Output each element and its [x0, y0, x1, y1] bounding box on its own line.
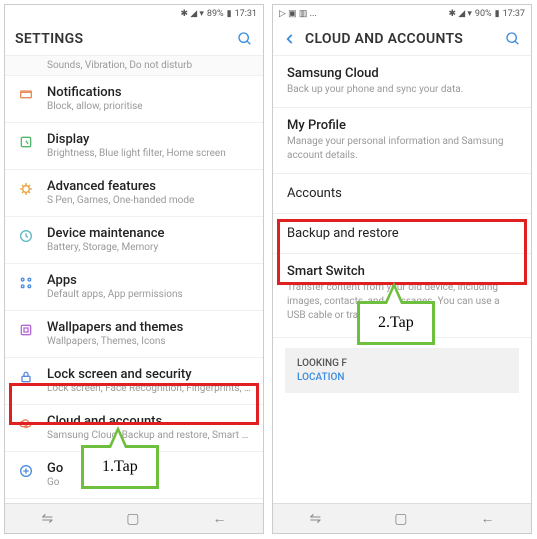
status-left-icons: ▷ ▣ ▥ ... [279, 9, 317, 19]
row-samsung-cloud[interactable]: Samsung Cloud Back up your phone and syn… [273, 56, 531, 108]
advanced-icon [15, 181, 37, 197]
status-icons: ✱ ◢ ▾ [180, 9, 203, 19]
settings-screen: ✱ ◢ ▾ 89% ▮ 17:31 SETTINGS Sounds, Vibra… [4, 4, 264, 534]
lock-icon [15, 369, 37, 385]
row-sub: Block, allow, prioritise [47, 100, 253, 113]
settings-header: SETTINGS [5, 23, 263, 56]
home-button[interactable]: ▢ [126, 511, 139, 527]
display-icon [15, 134, 37, 150]
battery-pct: 90% [475, 9, 492, 19]
cloud-accounts-screen: ▷ ▣ ▥ ... ✱ ◢ ▾ 90% ▮ 17:37 CLOUD AND AC… [272, 4, 532, 534]
back-button[interactable]: ← [480, 510, 494, 527]
looking-for-box[interactable]: LOOKING F LOCATION [285, 348, 519, 393]
recents-button[interactable]: ⇋ [310, 511, 322, 527]
page-title: CLOUD AND ACCOUNTS [305, 31, 505, 47]
nav-bar: ⇋ ▢ ← [273, 503, 531, 533]
battery-icon: ▮ [227, 9, 232, 19]
callout-2: 2.Tap [357, 301, 435, 345]
callout-1: 1.Tap [81, 445, 159, 489]
looking-for-link[interactable]: LOCATION [297, 372, 507, 383]
row-label: Lock screen and security [47, 367, 253, 382]
row-notifications[interactable]: Notifications Block, allow, prioritise [5, 76, 263, 123]
row-label: Smart Switch [287, 264, 517, 279]
back-button[interactable]: ← [212, 510, 226, 527]
row-sub: Manage your personal information and Sam… [287, 135, 517, 163]
row-label: Advanced features [47, 179, 253, 194]
home-button[interactable]: ▢ [394, 511, 407, 527]
status-icons: ✱ ◢ ▾ [448, 9, 471, 19]
row-sub: Battery, Storage, Memory [47, 241, 253, 254]
settings-list: Notifications Block, allow, prioritise D… [5, 76, 263, 503]
status-bar: ▷ ▣ ▥ ... ✱ ◢ ▾ 90% ▮ 17:37 [273, 5, 531, 23]
cloud-list: Samsung Cloud Back up your phone and syn… [273, 56, 531, 503]
page-title: SETTINGS [15, 31, 237, 47]
maintenance-icon [15, 228, 37, 244]
cloud-header: CLOUD AND ACCOUNTS [273, 23, 531, 56]
back-icon[interactable] [283, 32, 297, 46]
row-lock-security[interactable]: Lock screen and security Lock screen, Fa… [5, 358, 263, 405]
row-label: My Profile [287, 118, 517, 133]
row-my-profile[interactable]: My Profile Manage your personal informat… [273, 108, 531, 174]
row-label: Device maintenance [47, 226, 253, 241]
battery-pct: 89% [207, 9, 224, 19]
cloud-icon [15, 416, 37, 432]
row-label: Display [47, 132, 253, 147]
row-sub: Lock screen, Face Recognition, Fingerpri… [47, 382, 253, 395]
row-device-maintenance[interactable]: Device maintenance Battery, Storage, Mem… [5, 217, 263, 264]
row-sub: Wallpapers, Themes, Icons [47, 335, 253, 348]
row-sub: Brightness, Blue light filter, Home scre… [47, 147, 253, 160]
row-apps[interactable]: Apps Default apps, App permissions [5, 264, 263, 311]
wallpapers-icon [15, 322, 37, 338]
apps-icon [15, 275, 37, 291]
nav-bar: ⇋ ▢ ← [5, 503, 263, 533]
notifications-icon [15, 87, 37, 103]
row-label: Wallpapers and themes [47, 320, 253, 335]
row-display[interactable]: Display Brightness, Blue light filter, H… [5, 123, 263, 170]
row-label: Apps [47, 273, 253, 288]
battery-icon: ▮ [495, 9, 500, 19]
row-sub: Samsung Cloud, Backup and restore, Smart… [47, 429, 253, 442]
row-advanced-features[interactable]: Advanced features S Pen, Games, One-hand… [5, 170, 263, 217]
looking-for-label: LOOKING F [297, 358, 507, 369]
row-label: Samsung Cloud [287, 66, 517, 81]
search-icon[interactable] [237, 31, 253, 47]
clock: 17:31 [235, 9, 257, 19]
row-sub: Back up your phone and sync your data. [287, 83, 517, 97]
row-backup-restore[interactable]: Backup and restore [273, 214, 531, 254]
clock: 17:37 [503, 9, 525, 19]
search-icon[interactable] [505, 31, 521, 47]
row-label: Cloud and accounts [47, 414, 253, 429]
row-sub: Default apps, App permissions [47, 288, 253, 301]
row-accounts[interactable]: Accounts [273, 174, 531, 214]
truncated-prev-row: Sounds, Vibration, Do not disturb [5, 56, 263, 76]
row-sub: S Pen, Games, One-handed mode [47, 194, 253, 207]
row-label: Notifications [47, 85, 253, 100]
row-wallpapers-themes[interactable]: Wallpapers and themes Wallpapers, Themes… [5, 311, 263, 358]
status-bar: ✱ ◢ ▾ 89% ▮ 17:31 [5, 5, 263, 23]
recents-button[interactable]: ⇋ [42, 511, 54, 527]
google-icon [15, 463, 37, 479]
